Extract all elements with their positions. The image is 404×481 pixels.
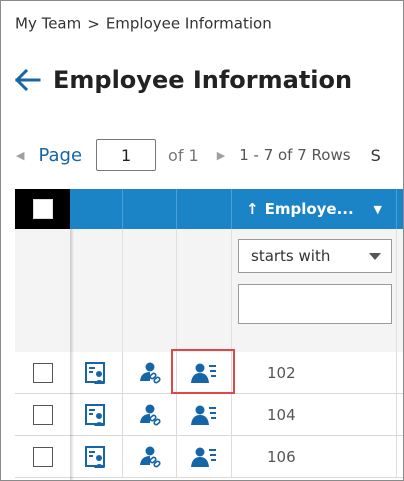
employee-card-cell — [70, 394, 123, 436]
breadcrumb: My Team > Employee Information — [15, 14, 272, 33]
filter-cell-0 — [15, 229, 70, 352]
filter-value-input[interactable] — [238, 284, 392, 324]
employee-id-cell: 104 — [232, 394, 397, 436]
filter-operator-value: starts with — [251, 247, 331, 265]
person-details-cell — [177, 352, 232, 394]
employee-id-cell: 106 — [232, 436, 397, 478]
filter-cell-3 — [177, 229, 232, 352]
sort-ascending-icon: ↑ — [246, 200, 259, 218]
select-all-checkbox[interactable] — [33, 199, 53, 219]
frozen-column-shadow — [70, 229, 74, 480]
employee-id-cell: 102 — [232, 352, 397, 394]
employee-id: 104 — [267, 406, 296, 424]
row-select-cell — [15, 436, 70, 478]
person-details-icon[interactable] — [191, 403, 217, 427]
back-arrow-icon[interactable] — [15, 66, 43, 94]
person-link-cell — [123, 394, 177, 436]
breadcrumb-my-team[interactable]: My Team — [15, 15, 81, 33]
header-action-col-2 — [123, 189, 177, 229]
employee-card-icon[interactable] — [84, 445, 108, 469]
breadcrumb-separator: > — [87, 14, 100, 33]
title-row: Employee Information — [15, 61, 352, 99]
caret-down-icon[interactable]: ▼ — [374, 203, 382, 216]
person-link-cell — [123, 352, 177, 394]
row-select-cell — [15, 352, 70, 394]
chevron-right-icon[interactable]: ▶ — [217, 149, 225, 162]
filter-cell-2 — [123, 229, 177, 352]
row-checkbox[interactable] — [33, 405, 53, 425]
header-action-col-1 — [70, 189, 123, 229]
person-link-icon[interactable] — [138, 445, 162, 469]
page-title: Employee Information — [53, 66, 353, 94]
page-count: of 1 — [168, 145, 199, 165]
chevron-left-icon[interactable]: ◀ — [16, 149, 24, 162]
row-select-cell — [15, 394, 70, 436]
row-checkbox[interactable] — [33, 447, 53, 467]
breadcrumb-current: Employee Information — [105, 14, 272, 33]
employee-column-header[interactable]: ↑ Employe... ▼ — [232, 189, 397, 229]
employee-card-icon[interactable] — [84, 403, 108, 427]
person-details-cell — [177, 394, 232, 436]
rows-summary: 1 - 7 of 7 Rows — [239, 146, 351, 164]
person-details-cell — [177, 436, 232, 478]
employee-filter-cell: starts with — [232, 229, 397, 352]
person-link-icon[interactable] — [138, 403, 162, 427]
filter-cell-1 — [70, 229, 123, 352]
filter-operator-select[interactable]: starts with — [238, 239, 392, 273]
employee-id: 102 — [267, 364, 296, 382]
chevron-down-icon — [369, 253, 381, 260]
page-number-input[interactable] — [96, 139, 157, 171]
employee-card-cell — [70, 436, 123, 478]
person-details-icon[interactable] — [191, 445, 217, 469]
grid-header: ↑ Employe... ▼ — [15, 189, 403, 229]
pager: ◀ Page of 1 ▶ 1 - 7 of 7 Rows S — [1, 135, 403, 175]
app-frame: My Team > Employee Information Employee In… — [0, 0, 404, 481]
employee-id: 106 — [267, 448, 296, 466]
person-details-icon[interactable] — [191, 361, 217, 385]
select-all-cell — [15, 189, 70, 229]
row-checkbox[interactable] — [33, 363, 53, 383]
truncated-toolbar-label: S — [370, 145, 381, 165]
employee-grid: ↑ Employe... ▼ starts with 102 104 106 — [15, 189, 403, 480]
person-link-icon[interactable] — [138, 361, 162, 385]
employee-card-icon[interactable] — [84, 361, 108, 385]
header-action-col-3 — [177, 189, 232, 229]
page-label: Page — [38, 144, 83, 166]
employee-card-cell — [70, 352, 123, 394]
employee-column-label: Employe... — [264, 200, 354, 218]
person-link-cell — [123, 436, 177, 478]
